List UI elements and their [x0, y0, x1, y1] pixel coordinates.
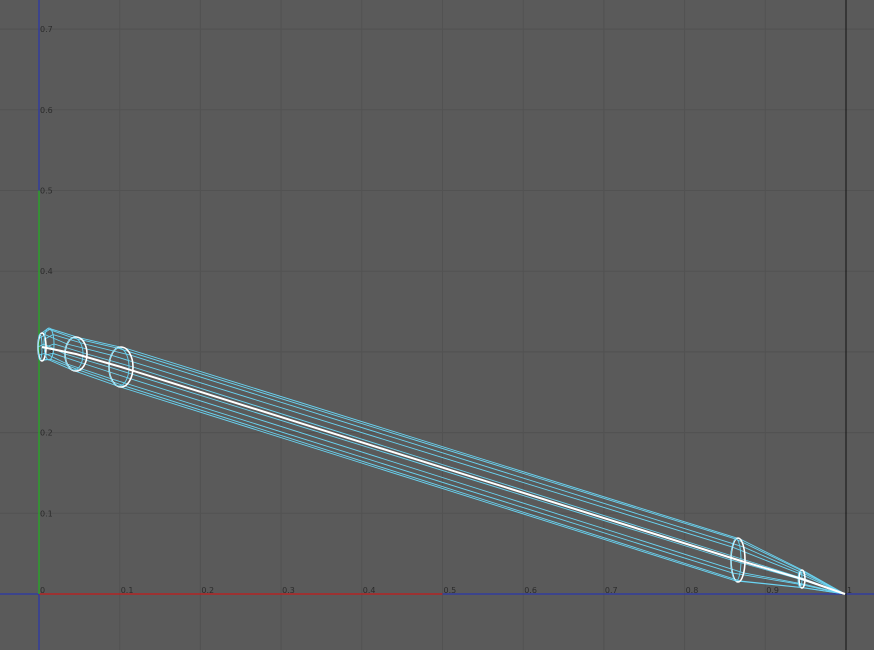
- pencil-edge-line: [42, 328, 846, 595]
- pencil-wireframe-model[interactable]: [37, 327, 846, 595]
- y-tick-label: 0.4: [40, 267, 53, 276]
- viewport-grid: [0, 0, 874, 650]
- x-tick-label: 0.8: [686, 586, 699, 595]
- x-tick-label: 0.7: [605, 586, 618, 595]
- viewport-axes: [0, 0, 874, 650]
- y-tick-label: 0.5: [40, 187, 53, 196]
- x-tick-label: 0.4: [363, 586, 376, 595]
- y-tick-label: 0.6: [40, 106, 53, 115]
- x-tick-label: 0.2: [201, 586, 214, 595]
- y-axis-tick-labels: 0.10.20.30.40.50.60.7: [40, 25, 53, 518]
- x-tick-label: 0.9: [766, 586, 779, 595]
- x-tick-label: 0.6: [524, 586, 537, 595]
- x-tick-label: 0: [40, 586, 45, 595]
- x-tick-label: 0.5: [444, 586, 457, 595]
- 3d-viewport[interactable]: 0 0.1 0.2 0.3 0.4 0.5 0.6 0.7 0.8 0.9 1 0.1 0.2 0.3 0…: [0, 0, 874, 650]
- y-tick-label: 0.2: [40, 429, 53, 438]
- x-tick-label: 1: [847, 586, 852, 595]
- x-tick-label: 0.1: [121, 586, 134, 595]
- y-tick-label: 0.7: [40, 25, 53, 34]
- x-tick-label: 0.3: [282, 586, 295, 595]
- y-tick-label: 0.1: [40, 509, 53, 518]
- viewport-canvas[interactable]: 0 0.1 0.2 0.3 0.4 0.5 0.6 0.7 0.8 0.9 1 0.10.20.30…: [0, 0, 874, 650]
- pencil-edge-line: [43, 358, 846, 595]
